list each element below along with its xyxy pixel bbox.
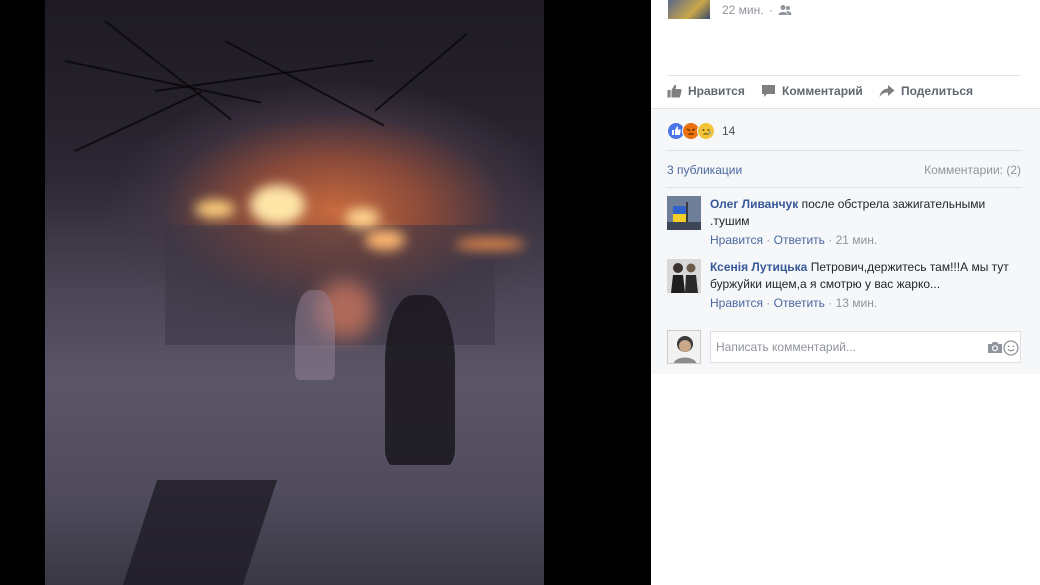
figure bbox=[385, 295, 455, 465]
photo-stage bbox=[0, 0, 651, 585]
publications-link[interactable]: 3 публикации bbox=[667, 163, 742, 177]
divider bbox=[667, 150, 1021, 151]
comment-label: Комментарий bbox=[782, 84, 863, 98]
sad-reaction-icon bbox=[697, 122, 715, 140]
branch bbox=[224, 40, 385, 127]
branch bbox=[154, 59, 373, 92]
comment-bubble-icon bbox=[762, 85, 775, 97]
camera-icon[interactable] bbox=[987, 341, 1003, 354]
comment-meta: Нравится · Ответить · 13 мин. bbox=[710, 295, 1010, 312]
current-user-avatar[interactable] bbox=[667, 330, 701, 364]
share-arrow-icon bbox=[879, 85, 895, 97]
comment-like-link[interactable]: Нравится bbox=[710, 296, 763, 310]
commenter-avatar[interactable] bbox=[667, 196, 701, 230]
comment-author[interactable]: Олег Ливанчук bbox=[710, 197, 798, 211]
reactions-summary[interactable]: 14 bbox=[667, 122, 735, 140]
separator-dot: · bbox=[766, 233, 774, 247]
separator-dot: · bbox=[828, 233, 836, 247]
comment-time[interactable]: 21 мин. bbox=[836, 233, 878, 247]
branch bbox=[74, 90, 203, 152]
comments-count[interactable]: Комментарии: (2) bbox=[924, 163, 1021, 177]
comment-time[interactable]: 13 мин. bbox=[836, 296, 878, 310]
flame bbox=[250, 185, 305, 225]
separator-dot: · bbox=[768, 3, 773, 17]
comment-composer bbox=[667, 330, 1021, 366]
comment-like-link[interactable]: Нравится bbox=[710, 233, 763, 247]
comment-button[interactable]: Комментарий bbox=[761, 84, 863, 98]
comment-body: Ксенія Лутицька Петрович,держитесь там!!… bbox=[710, 259, 1010, 312]
comment-body: Олег Ливанчук после обстрела зажигательн… bbox=[710, 196, 1010, 249]
branch bbox=[374, 33, 468, 112]
divider bbox=[667, 75, 1021, 76]
feedback-section: 14 3 публикации Комментарии: (2) Олег Ли… bbox=[651, 108, 1040, 374]
flame bbox=[345, 208, 380, 228]
flame bbox=[455, 238, 525, 250]
reaction-count[interactable]: 14 bbox=[722, 124, 735, 138]
post-header: 22 мин. · Нравится Комментарий Поделитьс… bbox=[651, 0, 1040, 108]
like-button[interactable]: Нравится bbox=[667, 84, 745, 98]
emoji-icon[interactable] bbox=[1003, 340, 1019, 356]
post-side-panel: 22 мин. · Нравится Комментарий Поделитьс… bbox=[651, 0, 1040, 585]
thumbs-up-icon bbox=[667, 84, 682, 98]
fence-shape bbox=[122, 480, 278, 585]
flame bbox=[365, 230, 405, 250]
owner-avatar[interactable] bbox=[668, 0, 710, 19]
like-label: Нравится bbox=[688, 84, 745, 98]
comment-reply-link[interactable]: Ответить bbox=[774, 233, 825, 247]
comment-input[interactable] bbox=[710, 331, 1021, 363]
friends-icon[interactable] bbox=[778, 4, 792, 16]
commenter-avatar[interactable] bbox=[667, 259, 701, 293]
share-button[interactable]: Поделиться bbox=[879, 84, 973, 98]
divider bbox=[667, 187, 1021, 188]
comment-meta: Нравится · Ответить · 21 мин. bbox=[710, 232, 1010, 249]
post-photo[interactable] bbox=[45, 0, 544, 585]
separator-dot: · bbox=[766, 296, 774, 310]
flame bbox=[195, 200, 235, 218]
figure bbox=[295, 290, 335, 380]
post-time-text[interactable]: 22 мин. bbox=[722, 3, 764, 17]
comment-reply-link[interactable]: Ответить bbox=[774, 296, 825, 310]
post-time[interactable]: 22 мин. · bbox=[722, 3, 773, 17]
share-label: Поделиться bbox=[901, 84, 974, 98]
separator-dot: · bbox=[828, 296, 836, 310]
comment-author[interactable]: Ксенія Лутицька bbox=[710, 260, 807, 274]
